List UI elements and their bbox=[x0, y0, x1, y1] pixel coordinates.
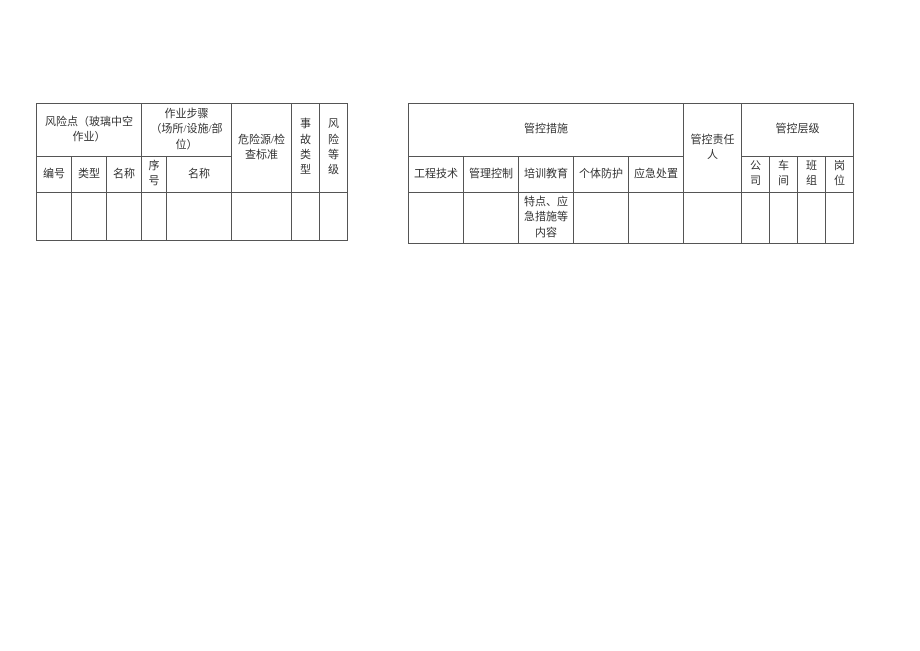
hdr-risk-no: 编号 bbox=[37, 157, 72, 193]
hdr-emergency: 应急处置 bbox=[629, 157, 684, 193]
hdr-responsible: 管控责任人 bbox=[684, 104, 742, 193]
hdr-step-name: 名称 bbox=[167, 157, 232, 193]
left-table: 风险点（玻璃中空作业） 作业步骤 （场所/设施/部位） 危险源/检查标准 事故类… bbox=[36, 103, 348, 241]
cell bbox=[770, 192, 798, 243]
hdr-ppe: 个体防护 bbox=[574, 157, 629, 193]
cell bbox=[742, 192, 770, 243]
hdr-step-no: 序号 bbox=[142, 157, 167, 193]
hdr-risk-point: 风险点（玻璃中空作业） bbox=[37, 104, 142, 157]
right-table: 管控措施 管控责任人 管控层级 工程技术 管理控制 培训教育 个体防护 应急处置… bbox=[408, 103, 854, 244]
hdr-risk-type: 类型 bbox=[72, 157, 107, 193]
cell bbox=[72, 192, 107, 240]
cell bbox=[107, 192, 142, 240]
hdr-workshop: 车间 bbox=[770, 157, 798, 193]
cell bbox=[629, 192, 684, 243]
cell bbox=[409, 192, 464, 243]
cell bbox=[232, 192, 292, 240]
cell: 特点、应急措施等内容 bbox=[519, 192, 574, 243]
hdr-risk-level: 风险等级 bbox=[320, 104, 348, 193]
hdr-hazard: 危险源/检查标准 bbox=[232, 104, 292, 193]
cell bbox=[574, 192, 629, 243]
cell bbox=[798, 192, 826, 243]
table-row: 特点、应急措施等内容 bbox=[409, 192, 854, 243]
hdr-engineering: 工程技术 bbox=[409, 157, 464, 193]
cell bbox=[684, 192, 742, 243]
cell bbox=[826, 192, 854, 243]
cell bbox=[320, 192, 348, 240]
hdr-training: 培训教育 bbox=[519, 157, 574, 193]
cell bbox=[292, 192, 320, 240]
cell bbox=[37, 192, 72, 240]
hdr-company: 公司 bbox=[742, 157, 770, 193]
cell bbox=[167, 192, 232, 240]
cell bbox=[142, 192, 167, 240]
hdr-control-measures: 管控措施 bbox=[409, 104, 684, 157]
hdr-team: 班组 bbox=[798, 157, 826, 193]
cell bbox=[464, 192, 519, 243]
hdr-position: 岗位 bbox=[826, 157, 854, 193]
table-row bbox=[37, 192, 348, 240]
hdr-work-step: 作业步骤 （场所/设施/部位） bbox=[142, 104, 232, 157]
hdr-control-level: 管控层级 bbox=[742, 104, 854, 157]
hdr-accident-type: 事故类型 bbox=[292, 104, 320, 193]
hdr-management: 管理控制 bbox=[464, 157, 519, 193]
hdr-risk-name: 名称 bbox=[107, 157, 142, 193]
